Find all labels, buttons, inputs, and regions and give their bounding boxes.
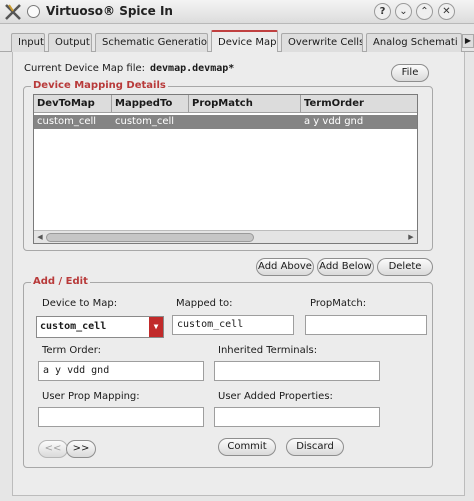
device-to-map-value: custom_cell (40, 321, 107, 332)
current-device-map-label: Current Device Map file: (24, 63, 145, 74)
device-to-map-label: Device to Map: (42, 298, 118, 309)
cell-mappedto: custom_cell (115, 116, 175, 127)
table-row[interactable]: custom_cell custom_cell a y vdd gnd (34, 115, 417, 129)
mapped-to-label: Mapped to: (176, 298, 233, 309)
column-header-mappedto[interactable]: MappedTo (112, 95, 189, 113)
next-button[interactable]: >> (66, 440, 96, 458)
column-header-devtomap[interactable]: DevToMap (34, 95, 112, 113)
user-prop-mapping-label: User Prop Mapping: (42, 391, 140, 402)
delete-button[interactable]: Delete (377, 258, 433, 276)
user-added-properties-label: User Added Properties: (218, 391, 333, 402)
column-header-termorder[interactable]: TermOrder (301, 95, 417, 113)
scrollbar-thumb[interactable] (46, 233, 254, 242)
maximize-icon[interactable]: ⌃ (416, 3, 433, 20)
pin-icon[interactable] (27, 5, 40, 18)
help-icon[interactable]: ? (374, 3, 391, 20)
chevron-down-icon[interactable]: ▼ (149, 317, 163, 337)
mapped-to-field[interactable]: custom_cell (172, 315, 294, 335)
tab-bar: Input Output Schematic Generation Device… (0, 30, 474, 53)
tab-input[interactable]: Input (11, 33, 45, 52)
prop-match-label: PropMatch: (310, 298, 367, 309)
tab-device-map[interactable]: Device Map (211, 30, 278, 53)
tab-output[interactable]: Output (48, 33, 92, 52)
commit-button[interactable]: Commit (218, 438, 276, 456)
table-horizontal-scrollbar[interactable]: ◀ ▶ (34, 230, 417, 243)
term-order-field[interactable]: a y vdd gnd (38, 361, 204, 381)
scroll-right-icon[interactable]: ▶ (406, 232, 416, 242)
cell-devtomap: custom_cell (37, 116, 97, 127)
scroll-left-icon[interactable]: ◀ (35, 232, 45, 242)
tab-schematic-generation[interactable]: Schematic Generation (95, 33, 208, 52)
minimize-icon[interactable]: ⌄ (395, 3, 412, 20)
inherited-terminals-label: Inherited Terminals: (218, 345, 318, 356)
add-above-button[interactable]: Add Above (256, 258, 314, 276)
add-edit-title: Add / Edit (31, 276, 90, 287)
cell-propmatch (189, 115, 301, 129)
column-header-propmatch[interactable]: PropMatch (189, 95, 301, 113)
tab-analog-schematic[interactable]: Analog Schemati (366, 33, 462, 52)
device-mapping-table: DevToMap MappedTo PropMatch TermOrder cu… (33, 94, 418, 244)
file-button[interactable]: File (391, 64, 429, 82)
add-below-button[interactable]: Add Below (317, 258, 374, 276)
term-order-label: Term Order: (42, 345, 102, 356)
table-header: DevToMap MappedTo PropMatch TermOrder (34, 95, 417, 113)
tab-scroll-right-icon[interactable]: ▶ (462, 34, 474, 48)
current-device-map-value: devmap.devmap* (150, 63, 235, 74)
user-added-properties-field[interactable] (214, 407, 380, 427)
device-mapping-details-title: Device Mapping Details (31, 80, 168, 91)
discard-button[interactable]: Discard (286, 438, 344, 456)
inherited-terminals-field[interactable] (214, 361, 380, 381)
device-to-map-combo[interactable]: custom_cell ▼ (36, 316, 164, 338)
virtuoso-app-icon[interactable] (4, 3, 22, 21)
cell-termorder: a y vdd gnd (304, 116, 364, 127)
window-titlebar: Virtuoso® Spice In ? ⌄ ⌃ ✕ (0, 0, 474, 24)
close-icon[interactable]: ✕ (438, 3, 455, 20)
prop-match-field[interactable] (305, 315, 427, 335)
window-title: Virtuoso® Spice In (46, 4, 173, 18)
previous-button[interactable]: << (38, 440, 68, 458)
tab-overwrite-cells[interactable]: Overwrite Cells (281, 33, 363, 52)
user-prop-mapping-field[interactable] (38, 407, 204, 427)
